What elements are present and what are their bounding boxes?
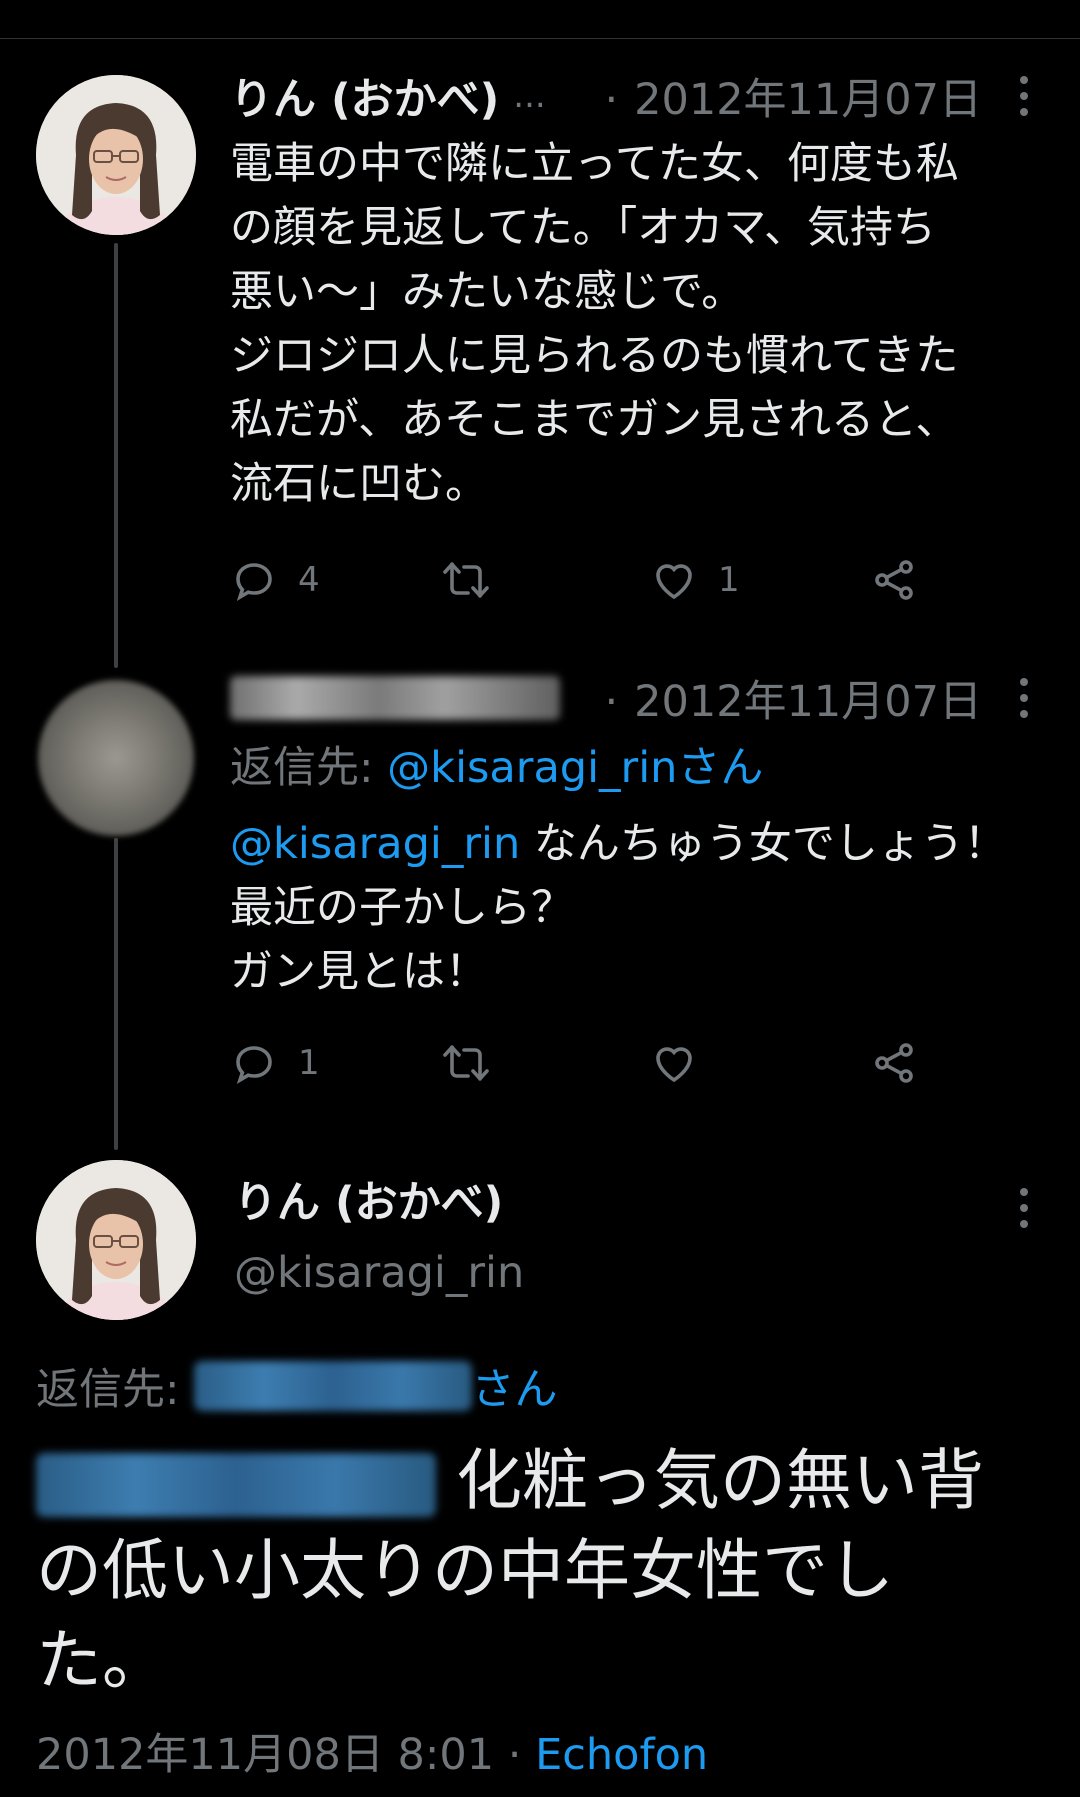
retweet-icon	[443, 1045, 489, 1081]
tweet-date[interactable]: · 2012年11月07日	[604, 65, 982, 127]
reply-to-line: 返信先: さん	[36, 1355, 558, 1417]
tweet-header: りん (おかべ) ... · 2012年11月07日	[230, 66, 1080, 126]
tweet-text-segment: なんちゅう女でしょう！	[533, 819, 1007, 869]
more-icon[interactable]	[1018, 678, 1030, 718]
tweet-text-line: 私だが、あそこまでガン見されると、	[230, 395, 959, 445]
like-button[interactable]	[650, 1033, 698, 1093]
reply-to-label: 返信先:	[230, 743, 374, 793]
reply-to-label: 返信先:	[36, 1365, 180, 1415]
avatar[interactable]	[38, 680, 194, 836]
heart-icon	[656, 564, 692, 600]
reply-icon	[236, 1046, 272, 1084]
thread-line	[114, 838, 118, 1150]
avatar[interactable]	[36, 1160, 196, 1320]
tweet-text: @kisaragi_rin なんちゅう女でしょう！ 最近の子かしら？ ガン見とは…	[230, 812, 1060, 1004]
tweet-date[interactable]: · 2012年11月07日	[604, 667, 982, 729]
retweet-button[interactable]	[440, 1033, 492, 1093]
mention-redacted[interactable]	[36, 1452, 436, 1517]
heart-icon	[656, 1047, 692, 1083]
author-handle[interactable]: @kisaragi_rin	[234, 1248, 524, 1298]
tweet-text-line: ジロジロ人に見られるのも慣れてきた	[230, 331, 959, 381]
share-button[interactable]	[870, 550, 918, 610]
tweet-text-line: 化粧っ気の無い背	[36, 1436, 1046, 1526]
retweet-icon	[443, 562, 489, 598]
tweet-text-line: の顔を見返してた。「オカマ、気持ち	[230, 203, 937, 253]
avatar[interactable]	[36, 75, 196, 235]
thread-line	[114, 243, 118, 668]
author-name[interactable]: りん (おかべ)	[234, 1168, 503, 1230]
dot-separator: ·	[604, 75, 619, 125]
share-icon	[875, 1043, 913, 1083]
reply-to-suffix[interactable]: さん	[472, 1355, 558, 1417]
dot-separator: ·	[604, 677, 619, 727]
reply-to-line: 返信先: @kisaragi_rinさん	[230, 736, 1060, 800]
reply-count: 4	[298, 560, 320, 600]
tweet-meta: 2012年11月08日 8:01 · Echofon	[36, 1720, 708, 1782]
like-button[interactable]: 1	[650, 550, 740, 610]
client-link[interactable]: Echofon	[535, 1730, 708, 1780]
author-name-redacted[interactable]	[230, 676, 560, 720]
more-icon[interactable]	[1018, 1188, 1030, 1228]
tweet-text-line: の低い小太りの中年女性でし	[36, 1532, 894, 1609]
tweet-text-line: 流石に凹む。	[230, 459, 488, 509]
dot-separator: ·	[507, 1730, 522, 1780]
name-ellipsis: ...	[513, 76, 546, 116]
tweet-text-line: た。	[36, 1622, 168, 1699]
share-button[interactable]	[870, 1033, 918, 1093]
reply-count: 1	[298, 1043, 320, 1083]
tweet-text-line: 悪い〜」みたいな感じで。	[230, 267, 745, 317]
tweet-text-line: 電車の中で隣に立ってた女、何度も私	[230, 139, 959, 189]
tweet-text-segment: 化粧っ気の無い背	[456, 1442, 984, 1519]
top-divider	[0, 38, 1080, 39]
tweet-actions: 4 1	[230, 550, 950, 610]
author-name[interactable]: りん (おかべ)	[230, 65, 499, 127]
tweet-date-text: 2012年11月07日	[634, 75, 982, 125]
reply-to-handle-redacted[interactable]	[193, 1361, 472, 1411]
tweet-timestamp[interactable]: 2012年11月08日 8:01	[36, 1730, 494, 1780]
tweet-text: 電車の中で隣に立ってた女、何度も私 の顔を見返してた。「オカマ、気持ち 悪い〜」…	[230, 132, 1060, 516]
reply-icon	[236, 563, 272, 601]
mention-link[interactable]: @kisaragi_rin	[230, 819, 520, 869]
tweet-text-line: @kisaragi_rin なんちゅう女でしょう！	[230, 812, 1060, 876]
tweet-text: 化粧っ気の無い背 の低い小太りの中年女性でし た。	[36, 1436, 1046, 1706]
tweet-text-line: ガン見とは！	[230, 947, 488, 997]
tweet-date-text: 2012年11月07日	[634, 677, 982, 727]
retweet-button[interactable]	[440, 550, 492, 610]
tweet-header: · 2012年11月07日	[230, 668, 1080, 728]
tweet-actions: 1	[230, 1033, 950, 1093]
like-count: 1	[718, 560, 740, 600]
more-icon[interactable]	[1018, 76, 1030, 116]
tweet-text-line: 最近の子かしら？	[230, 883, 574, 933]
share-icon	[875, 560, 913, 600]
reply-button[interactable]: 4	[230, 550, 320, 610]
reply-button[interactable]: 1	[230, 1033, 320, 1093]
reply-to-link[interactable]: @kisaragi_rinさん	[387, 743, 763, 793]
